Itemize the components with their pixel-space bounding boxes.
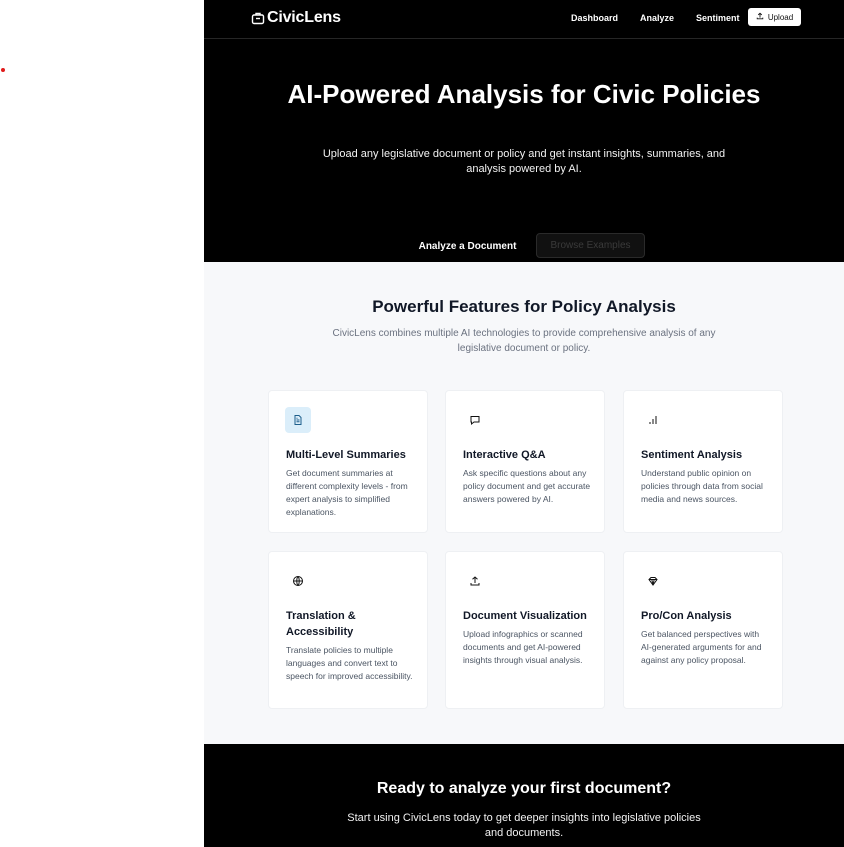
- feature-card-desc: Get balanced perspectives with AI-genera…: [641, 629, 762, 665]
- browse-examples-button[interactable]: Browse Examples: [536, 233, 645, 258]
- feature-card-visualization: Document Visualization Upload infographi…: [445, 551, 605, 709]
- feature-card-desc: Understand public opinion on policies th…: [641, 468, 763, 504]
- gem-icon: [640, 568, 666, 594]
- hero-title: AI-Powered Analysis for Civic Policies: [287, 79, 761, 109]
- feature-card-sentiment: Sentiment Analysis Understand public opi…: [623, 390, 783, 533]
- features-title: Powerful Features for Policy Analysis: [372, 297, 676, 316]
- chat-icon: [462, 407, 488, 433]
- feature-card-title: Interactive Q&A: [463, 449, 546, 461]
- feature-card-desc: Get document summaries at different comp…: [286, 468, 408, 517]
- red-dot-marker: [1, 68, 5, 72]
- features-section: Powerful Features for Policy Analysis Ci…: [204, 262, 844, 744]
- bar-chart-icon: [640, 407, 666, 433]
- briefcase-icon: [251, 11, 265, 25]
- feature-card-title: Document Visualization: [463, 610, 587, 622]
- analyze-document-button[interactable]: Analyze a Document: [410, 234, 525, 258]
- upload-button-label: Upload: [767, 12, 794, 22]
- cta-section: Ready to analyze your first document? St…: [204, 744, 844, 847]
- cta-subtitle: Start using CivicLens today to get deepe…: [347, 812, 701, 839]
- feature-card-title: Sentiment Analysis: [641, 449, 743, 461]
- top-nav-bar: CivicLens Dashboard Analyze Sentiment Up…: [204, 0, 844, 39]
- feature-card-summaries: Multi-Level Summaries Get document summa…: [268, 390, 428, 533]
- cta-title: Ready to analyze your first document?: [376, 780, 672, 797]
- upload-icon: [462, 568, 488, 594]
- document-icon: [285, 407, 311, 433]
- feature-card-desc: Upload infographics or scanned documents…: [463, 629, 583, 665]
- app-window: CivicLens Dashboard Analyze Sentiment Up…: [204, 0, 844, 847]
- globe-icon: [285, 568, 311, 594]
- brand-logo[interactable]: CivicLens: [251, 9, 341, 27]
- feature-card-title: Multi-Level Summaries: [286, 449, 406, 461]
- features-subtitle: CivicLens combines multiple AI technolog…: [332, 328, 716, 354]
- feature-card-translation: Translation & Accessibility Translate po…: [268, 551, 428, 709]
- feature-card-desc: Translate policies to multiple languages…: [286, 645, 413, 681]
- hero-section: AI-Powered Analysis for Civic Policies U…: [204, 39, 844, 262]
- nav-analyze[interactable]: Analyze: [640, 13, 674, 23]
- hero-subtitle: Upload any legislative document or polic…: [322, 148, 726, 175]
- brand-name: CivicLens: [267, 9, 341, 26]
- nav-sentiment[interactable]: Sentiment: [696, 13, 740, 23]
- nav-dashboard[interactable]: Dashboard: [571, 13, 618, 23]
- upload-button[interactable]: Upload: [748, 8, 801, 26]
- feature-card-title: Pro/Con Analysis: [641, 610, 732, 622]
- feature-card-desc: Ask specific questions about any policy …: [463, 468, 591, 504]
- feature-card-procon: Pro/Con Analysis Get balanced perspectiv…: [623, 551, 783, 709]
- feature-card-title: Translation & Accessibility: [286, 610, 356, 638]
- feature-card-qa: Interactive Q&A Ask specific questions a…: [445, 390, 605, 533]
- main-nav: Dashboard Analyze Sentiment: [571, 13, 762, 23]
- upload-icon: [756, 12, 764, 22]
